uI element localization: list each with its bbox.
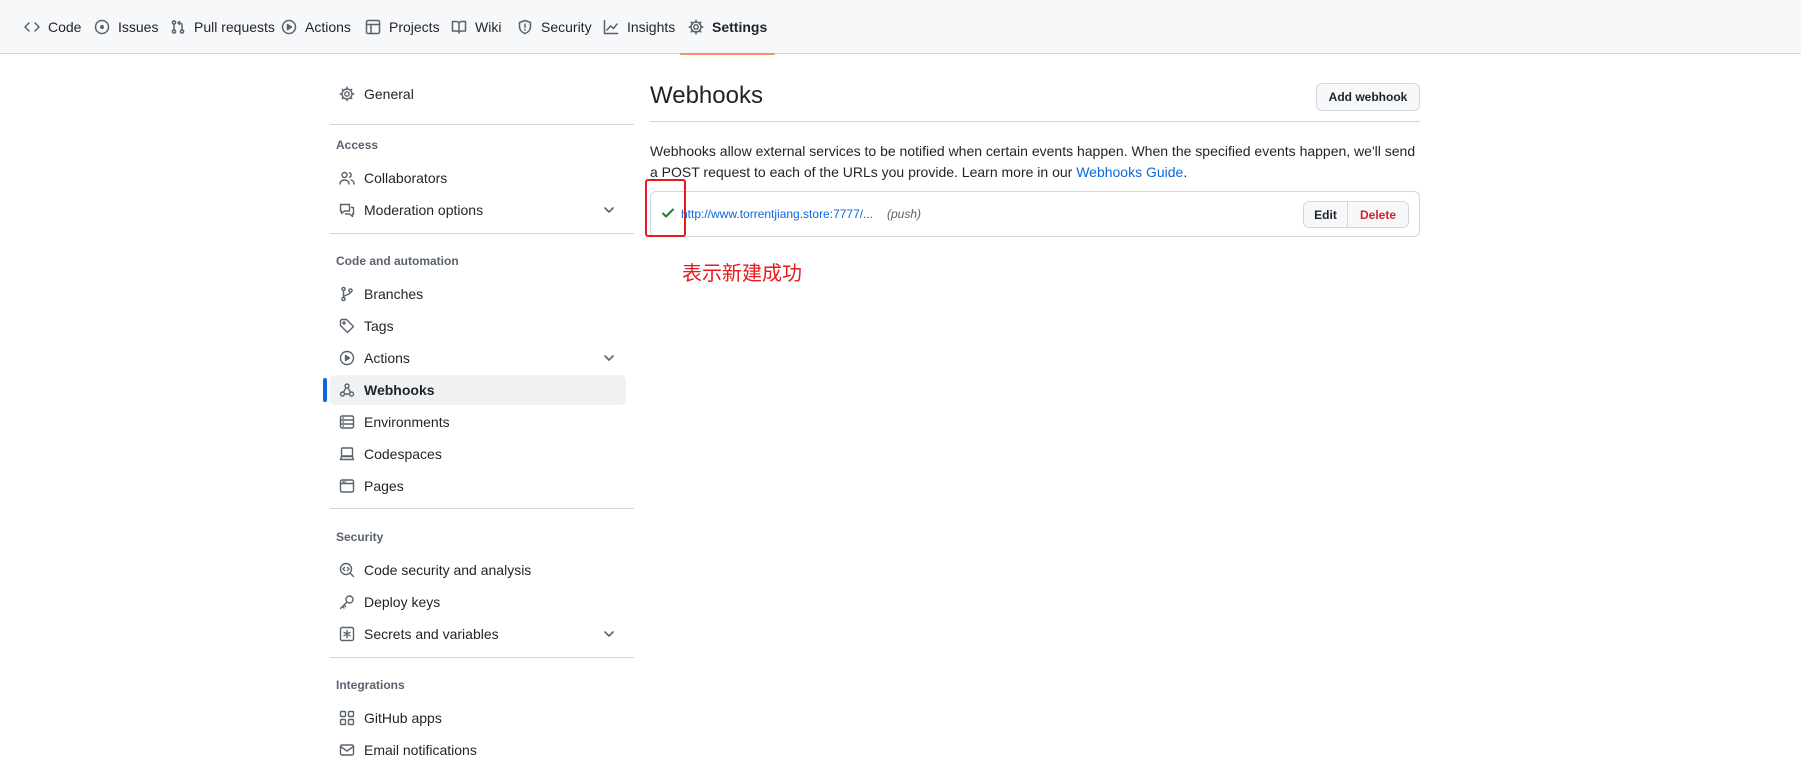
sidebar-item-github-apps[interactable]: GitHub apps — [330, 703, 626, 733]
webhook-icon — [339, 383, 355, 397]
sidebar-item-label: Deploy keys — [364, 594, 441, 610]
codescan-icon — [339, 562, 355, 578]
sidebar-item-label: Secrets and variables — [364, 626, 499, 642]
active-indicator — [323, 378, 327, 402]
sidebar-item-collaborators[interactable]: Collaborators — [330, 163, 626, 193]
sidebar-group-access: Access — [336, 138, 379, 152]
graph-icon — [603, 19, 619, 35]
chevron-down-icon — [604, 207, 614, 213]
tab-pull-requests[interactable]: Pull requests — [170, 0, 275, 54]
tab-projects[interactable]: Projects — [365, 0, 440, 54]
sidebar-item-label: Environments — [364, 414, 450, 430]
add-webhook-button[interactable]: Add webhook — [1316, 83, 1420, 111]
tab-code-label: Code — [48, 19, 82, 35]
gear-icon — [688, 19, 704, 35]
mail-icon — [339, 744, 355, 756]
play-icon — [339, 350, 355, 366]
code-icon — [24, 22, 40, 32]
tab-code[interactable]: Code — [24, 0, 81, 54]
sidebar-item-code-security[interactable]: Code security and analysis — [330, 555, 626, 585]
book-icon — [451, 20, 467, 34]
tab-actions-label: Actions — [305, 19, 351, 35]
webhook-events: (push) — [887, 207, 922, 221]
key-icon — [339, 595, 354, 610]
table-icon — [365, 19, 381, 35]
issue-opened-icon — [94, 19, 110, 35]
sidebar-divider — [330, 124, 634, 125]
webhooks-guide-link[interactable]: Webhooks Guide — [1076, 164, 1183, 180]
tab-issues[interactable]: Issues — [94, 0, 158, 54]
chevron-down-icon — [604, 631, 614, 637]
sidebar-item-label: Moderation options — [364, 202, 484, 218]
title-divider — [650, 121, 1420, 122]
sidebar-item-label: Codespaces — [364, 446, 442, 462]
sidebar-item-moderation[interactable]: Moderation options — [330, 195, 626, 225]
people-icon — [339, 171, 355, 185]
sidebar-item-general[interactable]: General — [330, 79, 626, 109]
git-branch-icon — [341, 286, 353, 302]
sidebar-group-automation: Code and automation — [336, 254, 459, 268]
tab-pull-requests-label: Pull requests — [194, 19, 275, 35]
sidebar-divider — [330, 508, 634, 509]
chevron-down-icon — [604, 355, 614, 361]
codespaces-icon — [339, 447, 355, 461]
browser-icon — [339, 479, 355, 493]
repo-nav: Code Issues Pull requests Actions Projec… — [0, 0, 1801, 55]
sidebar-item-label: Tags — [364, 318, 394, 334]
sidebar-item-label: Webhooks — [364, 382, 435, 398]
sidebar-item-tags[interactable]: Tags — [330, 311, 626, 341]
git-pull-request-icon — [171, 20, 185, 34]
annotation-text: 表示新建成功 — [682, 261, 802, 285]
annotation-highlight-box — [645, 179, 686, 237]
sidebar-item-webhooks[interactable]: Webhooks — [330, 375, 626, 405]
play-icon — [281, 19, 297, 35]
edit-button[interactable]: Edit — [1304, 202, 1348, 227]
sidebar-item-actions[interactable]: Actions — [330, 343, 626, 373]
tab-security[interactable]: Security — [517, 0, 592, 54]
sidebar-item-environments[interactable]: Environments — [330, 407, 626, 437]
tab-insights-label: Insights — [627, 19, 676, 35]
sidebar-item-branches[interactable]: Branches — [330, 279, 626, 309]
server-icon — [339, 415, 355, 429]
sidebar-item-label: GitHub apps — [364, 710, 442, 726]
tab-projects-label: Projects — [389, 19, 440, 35]
tab-actions[interactable]: Actions — [281, 0, 351, 54]
sidebar-item-label: Code security and analysis — [364, 562, 532, 578]
tab-settings[interactable]: Settings — [679, 0, 776, 55]
sidebar-item-email-notifications[interactable]: Email notifications — [330, 735, 626, 765]
webhook-actions: Edit Delete — [1303, 201, 1409, 228]
tab-wiki[interactable]: Wiki — [451, 0, 501, 54]
sidebar-item-label: General — [364, 86, 414, 102]
sidebar-item-deploy-keys[interactable]: Deploy keys — [330, 587, 626, 617]
sidebar-group-security: Security — [336, 530, 384, 544]
sidebar-item-pages[interactable]: Pages — [330, 471, 626, 501]
sidebar-item-label: Collaborators — [364, 170, 448, 186]
key-asterisk-icon — [339, 626, 355, 642]
tab-issues-label: Issues — [118, 19, 159, 35]
sidebar-divider — [330, 657, 634, 658]
tab-settings-label: Settings — [712, 19, 768, 35]
gear-icon — [339, 86, 355, 102]
sidebar-group-integrations: Integrations — [336, 678, 405, 692]
sidebar-item-secrets[interactable]: Secrets and variables — [330, 619, 626, 649]
tag-icon — [339, 318, 355, 334]
sidebar-item-label: Branches — [364, 286, 424, 302]
tab-wiki-label: Wiki — [475, 19, 502, 35]
description-text: Webhooks allow external services to be n… — [650, 143, 1416, 180]
tab-security-label: Security — [541, 19, 592, 35]
shield-icon — [518, 19, 532, 35]
sidebar-divider — [330, 233, 634, 234]
sidebar-item-label: Email notifications — [364, 742, 477, 758]
webhooks-description: Webhooks allow external services to be n… — [650, 141, 1420, 183]
sidebar-item-codespaces[interactable]: Codespaces — [330, 439, 626, 469]
tab-insights[interactable]: Insights — [603, 0, 675, 54]
description-end: . — [1183, 164, 1188, 180]
sidebar-item-label: Pages — [364, 478, 404, 494]
delete-button[interactable]: Delete — [1348, 202, 1408, 227]
comment-discussion-icon — [339, 203, 355, 218]
apps-icon — [339, 710, 355, 726]
webhook-url-link[interactable]: http://www.torrentjiang.store:7777/... — [681, 207, 873, 221]
sidebar-item-label: Actions — [364, 350, 410, 366]
page-title: Webhooks — [650, 82, 763, 109]
